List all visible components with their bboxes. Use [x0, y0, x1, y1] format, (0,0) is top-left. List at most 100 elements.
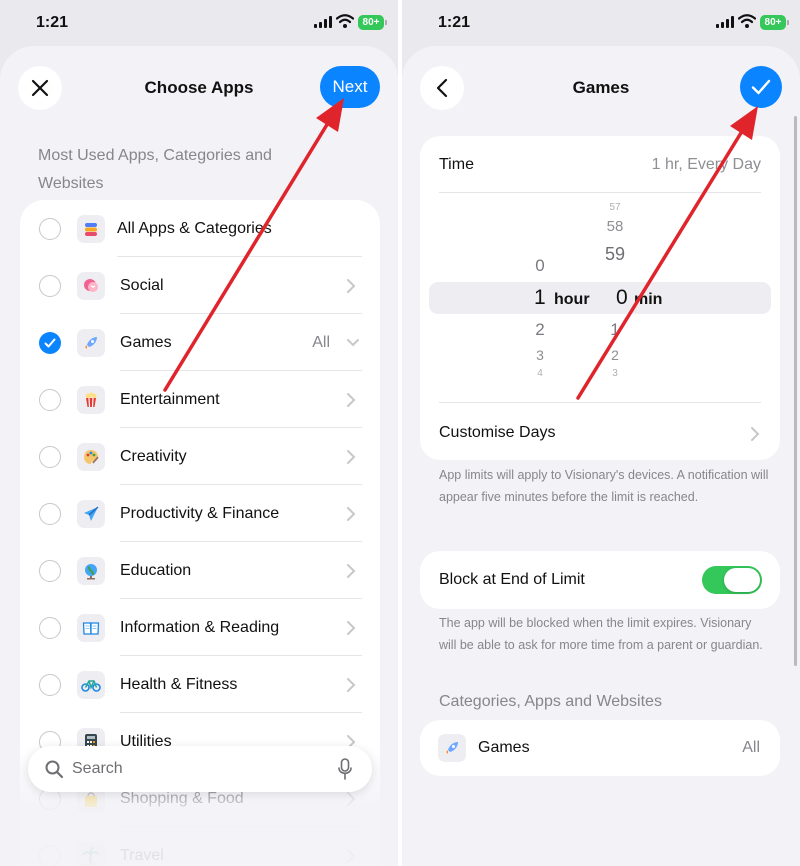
bicycle-icon	[77, 670, 105, 699]
games-limit-screen: 1:21 80+ Games Time 1 hr, Every Day 0 1 …	[402, 0, 800, 866]
rocket-icon	[438, 734, 466, 762]
list-item-social[interactable]: Social	[20, 257, 380, 314]
chat-bubble-icon	[77, 271, 105, 300]
palm-tree-icon	[77, 841, 105, 866]
cellular-signal-icon	[314, 16, 332, 28]
radio-button[interactable]	[39, 502, 61, 525]
picker-selection-highlight	[429, 282, 771, 314]
palette-icon	[77, 442, 105, 471]
block-at-end-card: Block at End of Limit	[420, 551, 780, 609]
list-item-information-reading[interactable]: Information & Reading	[20, 599, 380, 656]
list-item-travel[interactable]: Travel	[20, 827, 380, 866]
picker-minute-unit: min	[634, 291, 663, 308]
radio-button[interactable]	[39, 388, 61, 411]
globe-icon	[77, 556, 105, 585]
radio-button[interactable]	[39, 559, 61, 582]
checkmark-icon	[44, 338, 56, 347]
picker-minute-option[interactable]: 2	[602, 347, 628, 363]
wifi-icon	[336, 14, 354, 28]
time-value: 1 hr, Every Day	[651, 156, 761, 173]
limits-note: App limits will apply to Visionary's dev…	[439, 468, 769, 504]
radio-button-checked[interactable]	[39, 331, 61, 354]
list-item-label: Games	[120, 333, 172, 351]
search-input[interactable]: Search	[72, 760, 123, 778]
block-at-end-toggle[interactable]	[702, 566, 762, 594]
chevron-right-icon	[347, 620, 356, 635]
categories-header: Categories, Apps and Websites	[439, 693, 662, 710]
status-bar: 1:21 80+	[402, 0, 800, 46]
confirm-button[interactable]	[740, 66, 782, 108]
time-limit-card: Time 1 hr, Every Day 0 1 hour 2 3 4 57 5…	[420, 136, 780, 460]
next-button[interactable]: Next	[320, 66, 380, 108]
scrollbar[interactable]	[794, 116, 797, 666]
list-item-label: Social	[120, 276, 164, 294]
selected-category-row[interactable]: Games All	[420, 720, 780, 776]
picker-hour-option[interactable]: 4	[532, 368, 548, 379]
list-item-entertainment[interactable]: Entertainment	[20, 371, 380, 428]
status-time: 1:21	[36, 14, 69, 31]
list-item-label: Productivity & Finance	[120, 504, 280, 522]
list-item-label: Education	[120, 561, 192, 579]
radio-button[interactable]	[39, 217, 61, 240]
picker-hour-selected[interactable]: 1	[534, 286, 546, 310]
battery-indicator: 80+	[358, 15, 387, 30]
picker-minute-option[interactable]: 59	[598, 244, 632, 265]
picker-minute-option[interactable]: 57	[602, 202, 628, 213]
list-item-health-fitness[interactable]: Health & Fitness	[20, 656, 380, 713]
radio-button[interactable]	[39, 673, 61, 696]
chevron-right-icon	[347, 278, 356, 293]
picker-minute-option[interactable]: 3	[602, 368, 628, 379]
radio-button[interactable]	[39, 274, 61, 297]
time-picker[interactable]: 0 1 hour 2 3 4 57 58 59 0 min 1 2 3	[420, 202, 780, 398]
block-at-end-label: Block at End of Limit	[439, 571, 585, 588]
battery-indicator: 80+	[760, 15, 789, 30]
radio-button[interactable]	[39, 445, 61, 468]
picker-minute-selected[interactable]: 0	[616, 286, 628, 310]
games-limit-sheet: Games Time 1 hr, Every Day 0 1 hour 2 3 …	[402, 46, 800, 866]
selected-category-label: Games	[478, 739, 530, 756]
list-item-all-apps[interactable]: All Apps & Categories	[20, 200, 380, 257]
search-bar[interactable]: Search	[28, 746, 372, 792]
list-item-productivity-finance[interactable]: Productivity & Finance	[20, 485, 380, 542]
selected-category-value: All	[742, 739, 760, 756]
popcorn-icon	[77, 385, 105, 414]
picker-hour-option[interactable]: 3	[531, 347, 549, 363]
time-label: Time	[439, 156, 474, 173]
chevron-right-icon	[347, 563, 356, 578]
microphone-icon[interactable]	[338, 758, 352, 780]
customise-days-row[interactable]: Customise Days	[420, 402, 780, 460]
section-header: Most Used Apps, Categories and Websites	[38, 147, 272, 192]
chevron-right-icon	[751, 427, 760, 441]
chevron-right-icon	[347, 506, 356, 521]
toggle-knob	[724, 568, 760, 592]
list-item-label: Information & Reading	[120, 618, 280, 636]
cellular-signal-icon	[716, 16, 734, 28]
chevron-right-icon	[347, 677, 356, 692]
list-item-label: Travel	[120, 846, 164, 864]
picker-minute-option[interactable]: 1	[602, 320, 628, 340]
chevron-right-icon	[347, 791, 356, 806]
chevron-right-icon	[347, 392, 356, 407]
list-item-education[interactable]: Education	[20, 542, 380, 599]
list-item-label: Health & Fitness	[120, 675, 238, 693]
chevron-down-icon	[347, 338, 359, 346]
list-item-label: Shopping & Food	[120, 789, 244, 807]
picker-hour-option[interactable]: 0	[530, 256, 550, 276]
list-item-creativity[interactable]: Creativity	[20, 428, 380, 485]
picker-hour-unit: hour	[554, 291, 590, 308]
picker-minute-option[interactable]: 58	[600, 218, 630, 235]
rocket-icon	[77, 328, 105, 357]
radio-button[interactable]	[39, 844, 61, 866]
list-item-games[interactable]: Games All	[20, 314, 380, 371]
stack-icon	[77, 214, 105, 243]
list-item-label: All Apps & Categories	[117, 219, 272, 237]
search-icon	[45, 760, 64, 779]
radio-button[interactable]	[39, 616, 61, 639]
chevron-right-icon	[347, 848, 356, 863]
block-note: The app will be blocked when the limit e…	[439, 616, 763, 652]
checkmark-icon	[751, 79, 771, 95]
picker-hour-option[interactable]: 2	[530, 320, 550, 340]
paper-plane-icon	[77, 499, 105, 528]
chevron-right-icon	[347, 449, 356, 464]
customise-days-label: Customise Days	[439, 424, 556, 441]
